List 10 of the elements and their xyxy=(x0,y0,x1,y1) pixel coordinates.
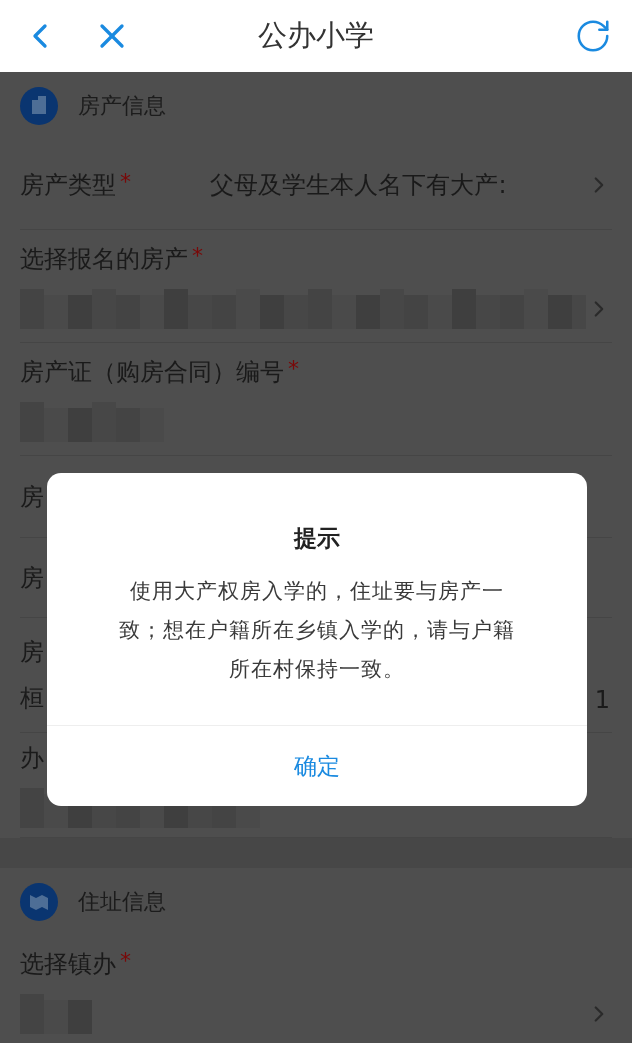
page-title: 公办小学 xyxy=(258,17,374,54)
dialog-title: 提示 xyxy=(294,524,340,553)
required-mark: * xyxy=(120,947,131,973)
required-mark: * xyxy=(288,356,299,381)
required-mark: * xyxy=(192,243,203,268)
confirm-button[interactable]: 确定 xyxy=(47,725,587,806)
required-mark: * xyxy=(120,168,131,194)
map-icon xyxy=(20,883,58,921)
dialog-message: 使用大产权房入学的，住址要与房产一 致；想在户籍所在乡镇入学的，请与户籍 所在村保持一致。 xyxy=(119,578,515,683)
building-icon xyxy=(20,87,58,125)
